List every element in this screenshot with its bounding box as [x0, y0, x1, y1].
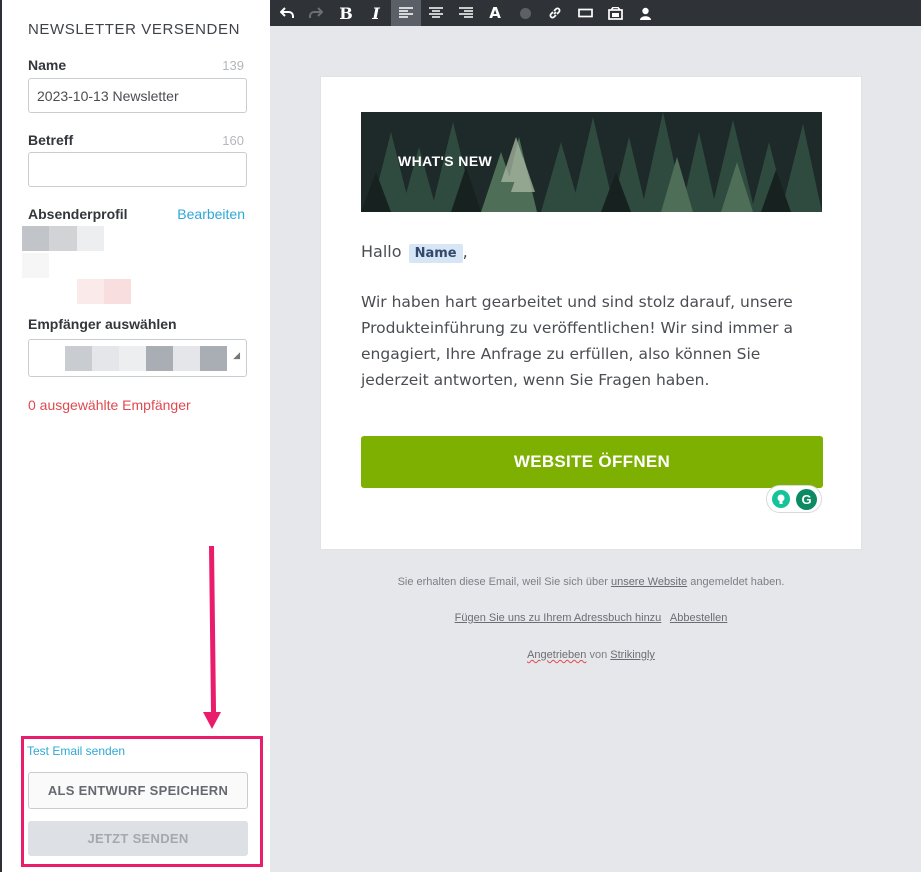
open-website-button[interactable]: WEBSITE ÖFFNEN	[361, 436, 823, 488]
recipients-label: Empfänger auswählen	[28, 316, 177, 332]
lightbulb-icon[interactable]	[772, 490, 790, 508]
bold-icon[interactable]: B	[331, 0, 361, 26]
unsubscribe-link[interactable]: Abbestellen	[670, 612, 728, 624]
align-center-icon[interactable]	[421, 0, 451, 26]
image-icon[interactable]	[600, 0, 630, 26]
email-greeting[interactable]: Hallo Name,	[361, 242, 468, 263]
merge-tag-icon[interactable]	[630, 0, 660, 26]
sender-profile-label: Absenderprofil	[28, 206, 128, 222]
annotation-arrow-head	[203, 712, 221, 729]
greeting-text: Hallo	[361, 242, 402, 261]
italic-icon[interactable]: I	[361, 0, 391, 26]
redo-icon[interactable]	[301, 0, 331, 26]
sidebar-title: NEWSLETTER VERSENDEN	[28, 21, 241, 38]
selected-recipients-count: 0 ausgewählte Empfänger	[28, 397, 191, 413]
footer-links: Fügen Sie uns zu Ihrem Adressbuch hinzu …	[320, 612, 862, 624]
button-icon[interactable]	[570, 0, 600, 26]
subject-input[interactable]	[28, 152, 247, 187]
footer-note-suffix: angemeldet haben.	[690, 576, 785, 588]
powered-by-von: von	[589, 649, 608, 661]
undo-icon[interactable]	[272, 0, 302, 26]
font-color-icon[interactable]: A	[480, 0, 510, 26]
grammarly-icon[interactable]: G	[796, 489, 817, 510]
powered-by-text: Angetrieben	[527, 649, 587, 661]
name-merge-tag[interactable]: Name	[408, 244, 463, 263]
subject-label: Betreff	[28, 132, 74, 148]
subject-char-counter: 160	[222, 133, 244, 148]
banner-heading: WHAT'S NEW	[398, 153, 493, 169]
footer-subscription-note: Sie erhalten diese Email, weil Sie sich …	[320, 576, 862, 588]
link-icon[interactable]	[540, 0, 570, 26]
banner-image[interactable]: WHAT'S NEW	[361, 112, 822, 212]
sidebar: NEWSLETTER VERSENDEN Name 139 Betreff 16…	[0, 0, 270, 872]
editor-toolbar: B I A	[270, 0, 921, 26]
greeting-comma: ,	[462, 242, 468, 261]
grammarly-widget[interactable]: G	[766, 485, 822, 513]
footer-note-text: Sie erhalten diese Email, weil Sie sich …	[397, 576, 608, 588]
send-now-button[interactable]: JETZT SENDEN	[28, 821, 248, 856]
email-body-text[interactable]: Wir haben hart gearbeitet und sind stolz…	[361, 289, 821, 393]
strikingly-link[interactable]: Strikingly	[610, 649, 655, 661]
annotation-arrow	[209, 545, 217, 719]
resize-handle-icon: ◢	[233, 350, 240, 360]
test-email-link[interactable]: Test Email senden	[27, 744, 125, 758]
website-link[interactable]: unsere Website	[611, 576, 687, 588]
save-draft-button[interactable]: ALS ENTWURF SPEICHERN	[28, 772, 248, 809]
recipients-select[interactable]: ◢	[28, 339, 247, 377]
footer-powered-by: Angetrieben von Strikingly	[320, 649, 862, 661]
align-right-icon[interactable]	[451, 0, 481, 26]
email-preview-card: WHAT'S NEW Hallo Name, Wir haben hart ge…	[320, 76, 862, 550]
name-input[interactable]	[28, 78, 247, 113]
name-label: Name	[28, 57, 67, 73]
sender-edit-link[interactable]: Bearbeiten	[177, 206, 245, 222]
align-left-icon[interactable]	[391, 0, 421, 26]
name-char-counter: 139	[222, 58, 244, 73]
add-to-addressbook-link[interactable]: Fügen Sie uns zu Ihrem Adressbuch hinzu	[455, 612, 662, 624]
highlight-color-icon[interactable]	[510, 0, 540, 26]
